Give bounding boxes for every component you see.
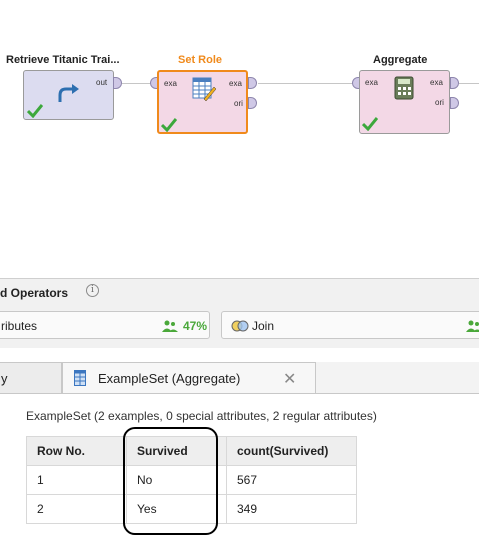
panel-heading: d Operators	[0, 286, 69, 300]
table-cell: 2	[26, 494, 127, 524]
table-cell: 1	[26, 465, 127, 495]
output-port[interactable]	[450, 77, 459, 89]
output-port[interactable]	[248, 97, 257, 109]
connection-wire[interactable]	[258, 83, 354, 84]
output-port[interactable]	[248, 77, 257, 89]
connection-wire[interactable]	[459, 83, 479, 84]
people-icon	[162, 320, 178, 332]
tab-previous-result[interactable]: y	[0, 362, 62, 393]
people-icon	[466, 320, 479, 332]
close-icon[interactable]: ✕	[283, 369, 296, 389]
operator-title: Retrieve Titanic Trai...	[6, 54, 120, 66]
chip-label: ributes	[1, 319, 38, 333]
retrieve-arrow-icon	[58, 84, 79, 102]
join-icon	[231, 320, 249, 332]
port-label: ori	[234, 99, 243, 108]
port-label: exa	[365, 78, 378, 87]
checkmark-icon	[362, 117, 378, 131]
operator-title: Set Role	[178, 54, 223, 66]
recommended-operators-panel: d Operators i ributes 47% Join	[0, 278, 479, 349]
operator-suggestion-chip[interactable]: ributes 47%	[0, 311, 210, 339]
checkmark-icon	[161, 118, 177, 132]
port-label: exa	[229, 79, 242, 88]
tab-exampleset-aggregate[interactable]: ExampleSet (Aggregate) ✕	[62, 362, 316, 393]
table-cell: 567	[226, 465, 357, 495]
annotation-highlight-circle	[123, 427, 218, 535]
operator-title: Aggregate	[373, 54, 428, 66]
calculator-icon	[394, 76, 414, 100]
checkmark-icon	[27, 104, 43, 118]
info-icon[interactable]: i	[86, 284, 99, 297]
tab-label: y	[1, 371, 8, 386]
output-port[interactable]	[450, 97, 459, 109]
table-cell: 349	[226, 494, 357, 524]
operator-aggregate[interactable]: exa exa ori	[359, 70, 450, 134]
column-header[interactable]: count(Survived)	[226, 436, 357, 466]
operator-set-role[interactable]: exa exa ori	[157, 70, 248, 134]
table-edit-icon	[192, 77, 216, 101]
port-label: exa	[164, 79, 177, 88]
table-icon	[74, 370, 86, 386]
operator-suggestion-chip[interactable]: Join	[221, 311, 479, 339]
usage-percent: 47%	[183, 319, 208, 333]
output-port[interactable]	[113, 77, 122, 89]
column-header[interactable]: Row No.	[26, 436, 127, 466]
tab-label: ExampleSet (Aggregate)	[98, 371, 241, 386]
port-label: exa	[430, 78, 443, 87]
process-canvas[interactable]: Retrieve Titanic Trai... out Set Role ex…	[0, 0, 479, 278]
port-label: ori	[435, 98, 444, 107]
exampleset-summary: ExampleSet (2 examples, 0 special attrib…	[26, 409, 377, 423]
chip-label: Join	[252, 319, 275, 333]
port-label: out	[96, 78, 108, 87]
results-tab-bar: y ExampleSet (Aggregate) ✕	[0, 362, 479, 394]
